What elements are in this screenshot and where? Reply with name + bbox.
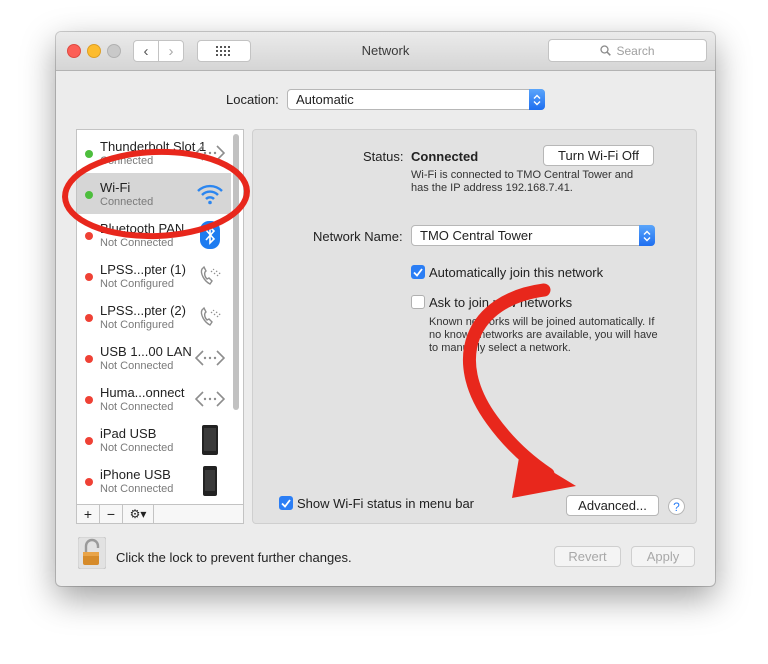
annotation-arrow-curve — [462, 283, 555, 481]
annotation-circle — [62, 148, 250, 240]
annotation-arrow-head — [512, 452, 576, 498]
annotation-overlay — [62, 148, 576, 498]
